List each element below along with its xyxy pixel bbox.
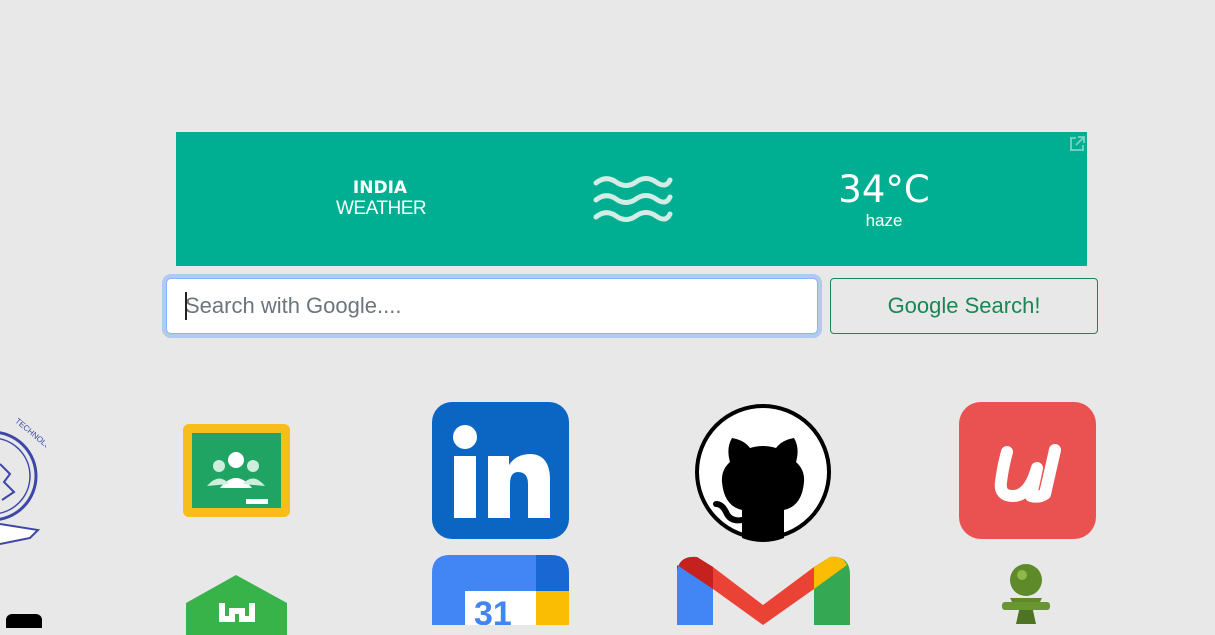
weather-label: WEATHER bbox=[336, 198, 427, 219]
chess-pawn-icon[interactable] bbox=[998, 562, 1054, 624]
app-shortcut-partial[interactable] bbox=[6, 614, 42, 628]
weather-temperature-block: 34°C haze bbox=[830, 168, 938, 230]
upwork-icon[interactable] bbox=[186, 575, 287, 635]
external-link-icon[interactable] bbox=[1068, 135, 1086, 153]
text-caret bbox=[185, 292, 187, 320]
weather-location: INDIA WEATHER bbox=[336, 178, 427, 220]
institute-emblem-icon[interactable]: TECHNOLOGY bbox=[0, 404, 46, 548]
google-calendar-icon[interactable]: 31 bbox=[432, 555, 569, 625]
search-input[interactable] bbox=[166, 278, 818, 334]
google-search-button[interactable]: Google Search! bbox=[830, 278, 1098, 334]
github-icon[interactable] bbox=[694, 402, 834, 544]
haze-icon bbox=[593, 176, 673, 222]
calendar-day: 31 bbox=[474, 595, 512, 625]
linkedin-icon[interactable] bbox=[432, 402, 569, 539]
udemy-icon[interactable] bbox=[959, 402, 1096, 539]
weather-country: INDIA bbox=[352, 178, 408, 198]
gmail-icon[interactable] bbox=[677, 555, 850, 625]
google-classroom-icon[interactable] bbox=[183, 424, 290, 517]
weather-condition: haze bbox=[865, 211, 903, 230]
weather-temperature: 34°C bbox=[838, 168, 930, 211]
